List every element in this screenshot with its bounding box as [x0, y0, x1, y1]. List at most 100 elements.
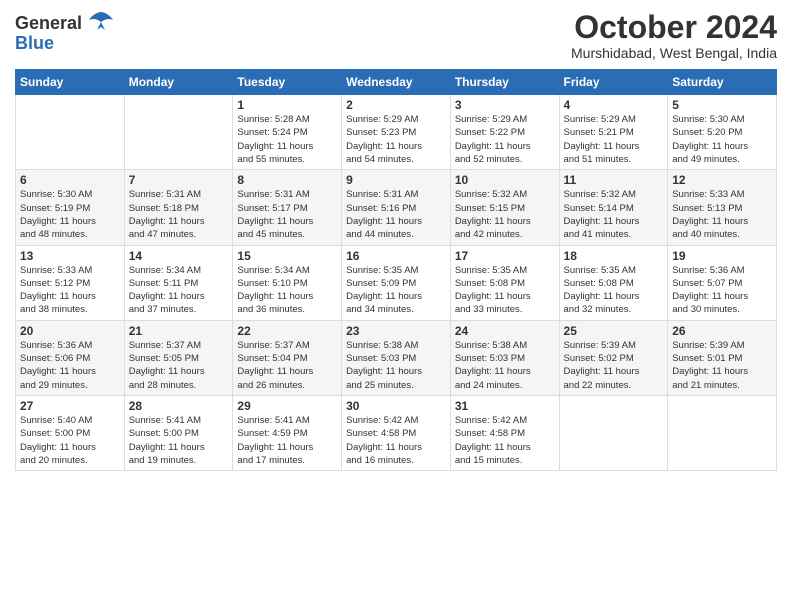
day-info: Sunrise: 5:36 AM Sunset: 5:07 PM Dayligh…: [672, 264, 772, 317]
day-number: 27: [20, 399, 120, 413]
day-info: Sunrise: 5:33 AM Sunset: 5:12 PM Dayligh…: [20, 264, 120, 317]
calendar-cell: 21Sunrise: 5:37 AM Sunset: 5:05 PM Dayli…: [124, 320, 233, 395]
day-number: 3: [455, 98, 555, 112]
calendar-cell: 16Sunrise: 5:35 AM Sunset: 5:09 PM Dayli…: [342, 245, 451, 320]
day-info: Sunrise: 5:41 AM Sunset: 4:59 PM Dayligh…: [237, 414, 337, 467]
week-row: 6Sunrise: 5:30 AM Sunset: 5:19 PM Daylig…: [16, 170, 777, 245]
day-number: 5: [672, 98, 772, 112]
calendar-cell: 10Sunrise: 5:32 AM Sunset: 5:15 PM Dayli…: [450, 170, 559, 245]
calendar-cell: 23Sunrise: 5:38 AM Sunset: 5:03 PM Dayli…: [342, 320, 451, 395]
day-info: Sunrise: 5:34 AM Sunset: 5:10 PM Dayligh…: [237, 264, 337, 317]
day-info: Sunrise: 5:31 AM Sunset: 5:16 PM Dayligh…: [346, 188, 446, 241]
weekday-header-sunday: Sunday: [16, 70, 125, 95]
calendar-cell: 8Sunrise: 5:31 AM Sunset: 5:17 PM Daylig…: [233, 170, 342, 245]
weekday-header-tuesday: Tuesday: [233, 70, 342, 95]
calendar-cell: [668, 395, 777, 470]
calendar-cell: 31Sunrise: 5:42 AM Sunset: 4:58 PM Dayli…: [450, 395, 559, 470]
day-number: 12: [672, 173, 772, 187]
calendar-cell: 24Sunrise: 5:38 AM Sunset: 5:03 PM Dayli…: [450, 320, 559, 395]
day-number: 23: [346, 324, 446, 338]
day-info: Sunrise: 5:32 AM Sunset: 5:15 PM Dayligh…: [455, 188, 555, 241]
calendar-cell: 9Sunrise: 5:31 AM Sunset: 5:16 PM Daylig…: [342, 170, 451, 245]
day-number: 31: [455, 399, 555, 413]
calendar-cell: 15Sunrise: 5:34 AM Sunset: 5:10 PM Dayli…: [233, 245, 342, 320]
calendar-body: 1Sunrise: 5:28 AM Sunset: 5:24 PM Daylig…: [16, 95, 777, 471]
calendar-cell: 1Sunrise: 5:28 AM Sunset: 5:24 PM Daylig…: [233, 95, 342, 170]
day-number: 10: [455, 173, 555, 187]
day-info: Sunrise: 5:29 AM Sunset: 5:21 PM Dayligh…: [564, 113, 664, 166]
calendar-cell: 19Sunrise: 5:36 AM Sunset: 5:07 PM Dayli…: [668, 245, 777, 320]
calendar-cell: 6Sunrise: 5:30 AM Sunset: 5:19 PM Daylig…: [16, 170, 125, 245]
weekday-row: SundayMondayTuesdayWednesdayThursdayFrid…: [16, 70, 777, 95]
day-number: 11: [564, 173, 664, 187]
day-info: Sunrise: 5:41 AM Sunset: 5:00 PM Dayligh…: [129, 414, 229, 467]
day-number: 4: [564, 98, 664, 112]
calendar-cell: [559, 395, 668, 470]
weekday-header-monday: Monday: [124, 70, 233, 95]
calendar-cell: 29Sunrise: 5:41 AM Sunset: 4:59 PM Dayli…: [233, 395, 342, 470]
logo-blue: Blue: [15, 33, 54, 54]
day-number: 20: [20, 324, 120, 338]
day-number: 21: [129, 324, 229, 338]
day-info: Sunrise: 5:30 AM Sunset: 5:19 PM Dayligh…: [20, 188, 120, 241]
calendar-cell: 27Sunrise: 5:40 AM Sunset: 5:00 PM Dayli…: [16, 395, 125, 470]
calendar-cell: 26Sunrise: 5:39 AM Sunset: 5:01 PM Dayli…: [668, 320, 777, 395]
day-info: Sunrise: 5:30 AM Sunset: 5:20 PM Dayligh…: [672, 113, 772, 166]
calendar-cell: 12Sunrise: 5:33 AM Sunset: 5:13 PM Dayli…: [668, 170, 777, 245]
day-number: 17: [455, 249, 555, 263]
day-info: Sunrise: 5:31 AM Sunset: 5:17 PM Dayligh…: [237, 188, 337, 241]
week-row: 27Sunrise: 5:40 AM Sunset: 5:00 PM Dayli…: [16, 395, 777, 470]
week-row: 20Sunrise: 5:36 AM Sunset: 5:06 PM Dayli…: [16, 320, 777, 395]
day-info: Sunrise: 5:38 AM Sunset: 5:03 PM Dayligh…: [455, 339, 555, 392]
day-number: 25: [564, 324, 664, 338]
page-container: General Blue October 2024 Murshidabad, W…: [0, 0, 792, 479]
day-info: Sunrise: 5:36 AM Sunset: 5:06 PM Dayligh…: [20, 339, 120, 392]
day-number: 22: [237, 324, 337, 338]
day-info: Sunrise: 5:37 AM Sunset: 5:05 PM Dayligh…: [129, 339, 229, 392]
weekday-header-friday: Friday: [559, 70, 668, 95]
calendar-cell: 2Sunrise: 5:29 AM Sunset: 5:23 PM Daylig…: [342, 95, 451, 170]
weekday-header-thursday: Thursday: [450, 70, 559, 95]
day-info: Sunrise: 5:35 AM Sunset: 5:08 PM Dayligh…: [455, 264, 555, 317]
day-info: Sunrise: 5:38 AM Sunset: 5:03 PM Dayligh…: [346, 339, 446, 392]
logo-general: General: [15, 13, 82, 34]
day-info: Sunrise: 5:42 AM Sunset: 4:58 PM Dayligh…: [455, 414, 555, 467]
day-number: 2: [346, 98, 446, 112]
calendar-header: SundayMondayTuesdayWednesdayThursdayFrid…: [16, 70, 777, 95]
day-number: 19: [672, 249, 772, 263]
day-info: Sunrise: 5:28 AM Sunset: 5:24 PM Dayligh…: [237, 113, 337, 166]
day-info: Sunrise: 5:29 AM Sunset: 5:23 PM Dayligh…: [346, 113, 446, 166]
calendar-cell: 13Sunrise: 5:33 AM Sunset: 5:12 PM Dayli…: [16, 245, 125, 320]
calendar-cell: 25Sunrise: 5:39 AM Sunset: 5:02 PM Dayli…: [559, 320, 668, 395]
day-number: 16: [346, 249, 446, 263]
calendar-cell: 11Sunrise: 5:32 AM Sunset: 5:14 PM Dayli…: [559, 170, 668, 245]
calendar-cell: 3Sunrise: 5:29 AM Sunset: 5:22 PM Daylig…: [450, 95, 559, 170]
day-number: 13: [20, 249, 120, 263]
weekday-header-wednesday: Wednesday: [342, 70, 451, 95]
day-info: Sunrise: 5:40 AM Sunset: 5:00 PM Dayligh…: [20, 414, 120, 467]
calendar-cell: [16, 95, 125, 170]
calendar-table: SundayMondayTuesdayWednesdayThursdayFrid…: [15, 69, 777, 471]
calendar-cell: 20Sunrise: 5:36 AM Sunset: 5:06 PM Dayli…: [16, 320, 125, 395]
day-info: Sunrise: 5:35 AM Sunset: 5:09 PM Dayligh…: [346, 264, 446, 317]
day-number: 14: [129, 249, 229, 263]
location: Murshidabad, West Bengal, India: [571, 45, 777, 61]
day-number: 15: [237, 249, 337, 263]
month-title: October 2024: [571, 10, 777, 45]
day-number: 8: [237, 173, 337, 187]
day-number: 6: [20, 173, 120, 187]
day-number: 18: [564, 249, 664, 263]
day-number: 26: [672, 324, 772, 338]
week-row: 13Sunrise: 5:33 AM Sunset: 5:12 PM Dayli…: [16, 245, 777, 320]
day-number: 30: [346, 399, 446, 413]
day-info: Sunrise: 5:32 AM Sunset: 5:14 PM Dayligh…: [564, 188, 664, 241]
calendar-cell: 17Sunrise: 5:35 AM Sunset: 5:08 PM Dayli…: [450, 245, 559, 320]
day-info: Sunrise: 5:42 AM Sunset: 4:58 PM Dayligh…: [346, 414, 446, 467]
weekday-header-saturday: Saturday: [668, 70, 777, 95]
week-row: 1Sunrise: 5:28 AM Sunset: 5:24 PM Daylig…: [16, 95, 777, 170]
day-info: Sunrise: 5:39 AM Sunset: 5:01 PM Dayligh…: [672, 339, 772, 392]
day-info: Sunrise: 5:33 AM Sunset: 5:13 PM Dayligh…: [672, 188, 772, 241]
logo: General Blue: [15, 10, 115, 54]
day-number: 1: [237, 98, 337, 112]
calendar-cell: 18Sunrise: 5:35 AM Sunset: 5:08 PM Dayli…: [559, 245, 668, 320]
